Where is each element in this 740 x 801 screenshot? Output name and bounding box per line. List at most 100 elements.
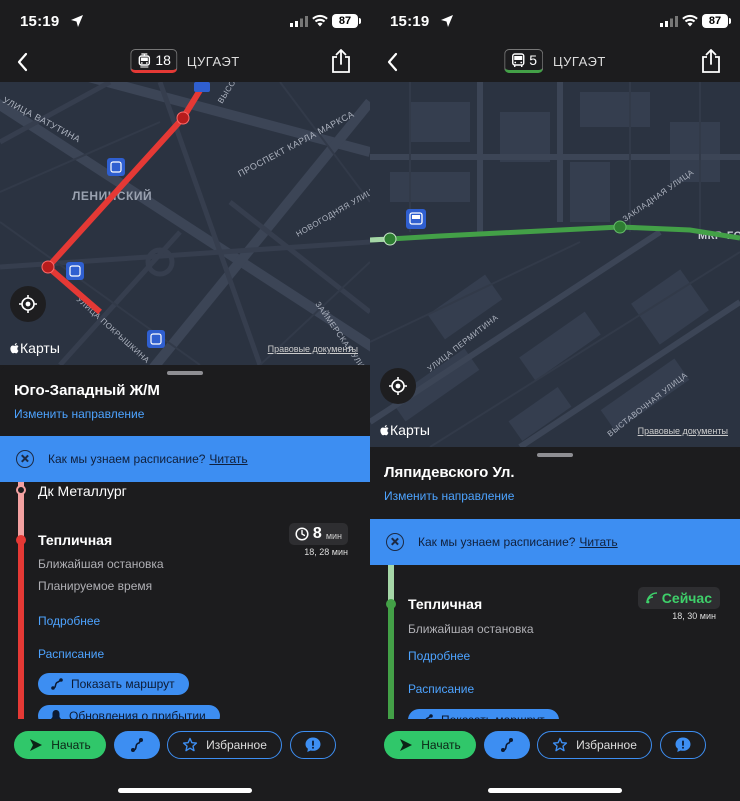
route-map[interactable]: МКР-ГО УЛИЦА ПЕРМИТИНА ЗАКЛАДНАЯ УЛИЦА В…	[370, 82, 740, 447]
locate-me-button[interactable]	[380, 368, 416, 404]
action-bar: Начать Избранное	[370, 719, 740, 801]
nearest-stop-label: Ближайшая остановка	[38, 557, 164, 571]
locate-me-button[interactable]	[10, 286, 46, 322]
favorites-label: Избранное	[206, 738, 267, 752]
show-route-button[interactable]: Показать маршрут	[38, 673, 189, 695]
stop-name: Тепличная	[38, 532, 113, 548]
route-button[interactable]	[484, 731, 530, 759]
crosshair-icon	[19, 295, 37, 313]
schedule-link[interactable]: Расписание	[408, 682, 474, 696]
maps-logo: Карты	[10, 340, 60, 356]
eta-badge: Сейчас	[637, 587, 720, 609]
map-canvas: ЛЕНИНСКИЙ УЛИЦА ВАТУТИНА ПРОСПЕКТ КАРЛА …	[0, 82, 370, 365]
location-arrow-icon	[71, 15, 83, 27]
info-read-link[interactable]: Читать	[579, 535, 617, 549]
favorites-button[interactable]: Избранное	[167, 731, 282, 759]
report-button[interactable]	[290, 731, 336, 759]
bus-stop-marker[interactable]	[406, 209, 426, 229]
report-button[interactable]	[660, 731, 706, 759]
bus-icon	[512, 53, 525, 67]
info-text: Как мы узнаем расписание?	[48, 452, 206, 466]
info-text: Как мы узнаем расписание?	[418, 535, 576, 549]
close-icon[interactable]	[386, 533, 404, 551]
schedule-link[interactable]: Расписание	[38, 647, 104, 661]
share-icon[interactable]	[330, 48, 352, 74]
start-label: Начать	[421, 738, 461, 752]
home-indicator[interactable]	[488, 788, 622, 793]
route-path-icon	[131, 738, 143, 752]
route-header: 5 ЦУГАЭТ	[504, 49, 606, 73]
eta-value: 8	[312, 525, 322, 542]
status-bar: 15:19 87	[0, 0, 370, 42]
maps-logo: Карты	[380, 422, 430, 438]
more-link[interactable]: Подробнее	[38, 614, 100, 628]
star-icon	[552, 737, 568, 752]
favorites-label: Избранное	[576, 738, 637, 752]
battery-indicator: 87	[332, 14, 361, 28]
tram-stop-marker[interactable]	[147, 330, 165, 348]
status-bar: 15:19 87	[370, 0, 740, 42]
destination-title: Юго-Западный Ж/М	[14, 382, 160, 399]
route-timeline-passed	[388, 565, 394, 603]
sheet-grabber[interactable]	[537, 453, 573, 457]
apple-logo-icon	[380, 425, 389, 436]
schedule-info-banner: Как мы узнаем расписание? Читать	[0, 436, 370, 482]
favorites-button[interactable]: Избранное	[537, 731, 652, 759]
stop-dot	[16, 485, 26, 495]
start-button[interactable]: Начать	[14, 731, 106, 759]
back-chevron-icon[interactable]	[14, 50, 32, 74]
change-direction-link[interactable]: Изменить направление	[384, 489, 514, 503]
start-button[interactable]: Начать	[384, 731, 476, 759]
back-chevron-icon[interactable]	[384, 50, 402, 74]
planned-time-label: Планируемое время	[38, 579, 153, 593]
report-bubble-icon	[675, 737, 691, 752]
route-operator: ЦУГАЭТ	[553, 53, 606, 69]
share-icon[interactable]	[700, 48, 722, 74]
nearest-stop-label: Ближайшая остановка	[408, 622, 534, 636]
change-direction-link[interactable]: Изменить направление	[14, 407, 144, 421]
stop-dot	[386, 599, 396, 609]
right-screen: 15:19 87 5 ЦУГАЭТ МКР-ГО УЛИЦА ПЕРМИТИНА…	[370, 0, 740, 801]
battery-indicator: 87	[702, 14, 731, 28]
play-icon	[30, 739, 43, 751]
route-path-icon	[501, 738, 513, 752]
route-badge: 18	[130, 49, 177, 73]
tram-icon	[138, 53, 151, 68]
stop-name: Тепличная	[408, 596, 483, 612]
stop-dot	[16, 535, 26, 545]
tram-stop-marker[interactable]	[107, 158, 125, 176]
legal-link[interactable]: Правовые документы	[638, 426, 728, 436]
report-bubble-icon	[305, 737, 321, 752]
apple-logo-icon	[10, 343, 19, 354]
nav-bar: 5 ЦУГАЭТ	[370, 42, 740, 82]
cellular-signal-icon	[290, 16, 308, 27]
home-indicator[interactable]	[118, 788, 252, 793]
start-label: Начать	[51, 738, 91, 752]
info-read-link[interactable]: Читать	[209, 452, 247, 466]
route-arrow-marker	[383, 232, 397, 246]
wifi-icon	[682, 14, 698, 27]
play-icon	[400, 739, 413, 751]
route-arrow-marker	[613, 220, 627, 234]
prev-stop-name: Дк Металлург	[38, 483, 127, 499]
route-map[interactable]: ЛЕНИНСКИЙ УЛИЦА ВАТУТИНА ПРОСПЕКТ КАРЛА …	[0, 82, 370, 365]
tram-stop-marker[interactable]	[194, 82, 210, 92]
nav-bar: 18 ЦУГАЭТ	[0, 42, 370, 82]
eta-badge: 8 мин	[288, 523, 348, 545]
more-link[interactable]: Подробнее	[408, 649, 470, 663]
crosshair-icon	[389, 377, 407, 395]
location-arrow-icon	[441, 15, 453, 27]
route-number: 5	[529, 52, 538, 68]
route-operator: ЦУГАЭТ	[186, 53, 240, 69]
show-route-label: Показать маршрут	[71, 677, 175, 691]
close-icon[interactable]	[16, 450, 34, 468]
wifi-icon	[312, 14, 328, 27]
sheet-grabber[interactable]	[167, 371, 203, 375]
legal-link[interactable]: Правовые документы	[268, 344, 358, 354]
route-path-icon	[51, 678, 63, 690]
status-time: 15:19	[390, 13, 430, 30]
left-screen: 15:19 87 18 ЦУГАЭТ ЛЕНИНСКИЙ УЛИЦА ВАТУТ…	[0, 0, 370, 801]
tram-stop-marker[interactable]	[66, 262, 84, 280]
route-button[interactable]	[114, 731, 160, 759]
clock-icon	[295, 527, 309, 541]
